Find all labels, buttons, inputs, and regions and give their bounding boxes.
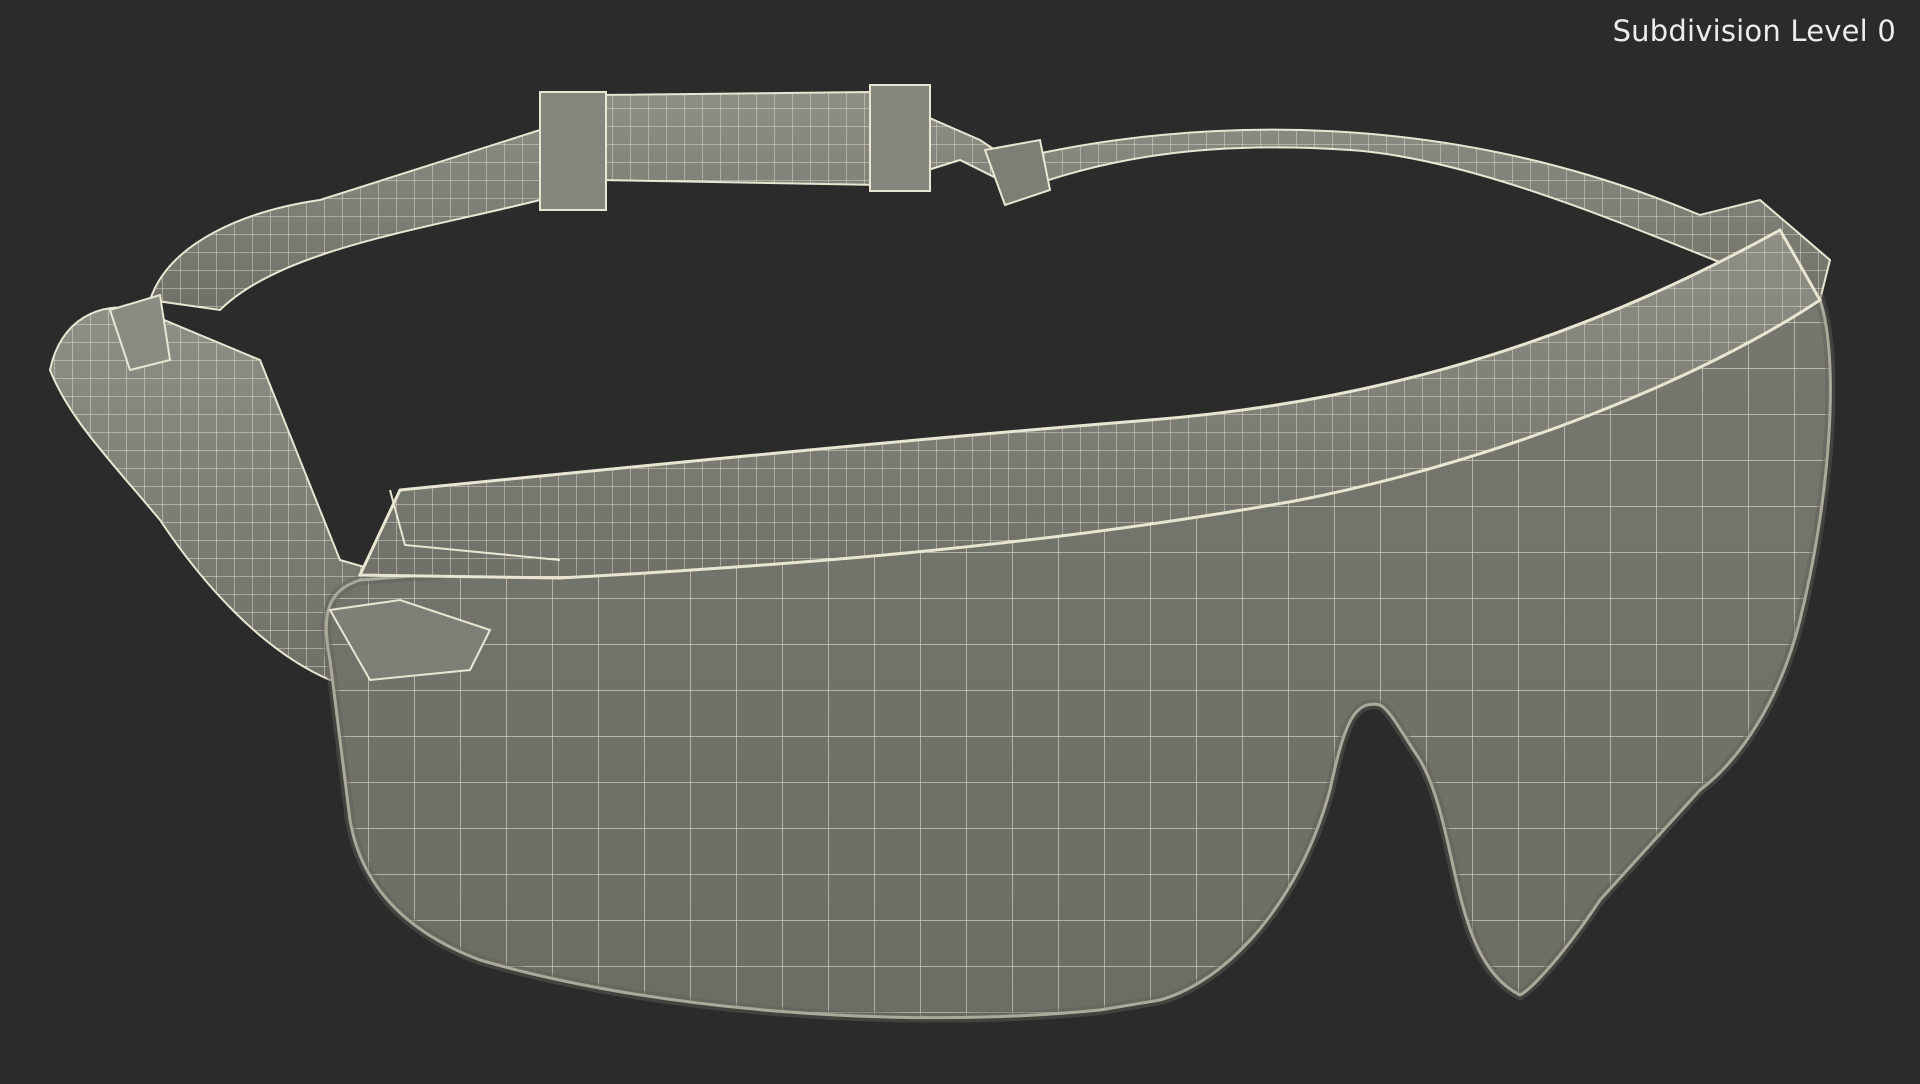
safety-goggles-wireframe-icon bbox=[48, 84, 1920, 1080]
strap-buckle-left bbox=[539, 91, 607, 211]
head-strap bbox=[148, 84, 1832, 312]
strap-buckle-right bbox=[869, 84, 931, 192]
subdivision-level-label: Subdivision Level 0 bbox=[1612, 14, 1896, 48]
goggle-lens bbox=[300, 300, 1860, 1040]
render-viewport: Subdivision Level 0 bbox=[0, 0, 1920, 1080]
